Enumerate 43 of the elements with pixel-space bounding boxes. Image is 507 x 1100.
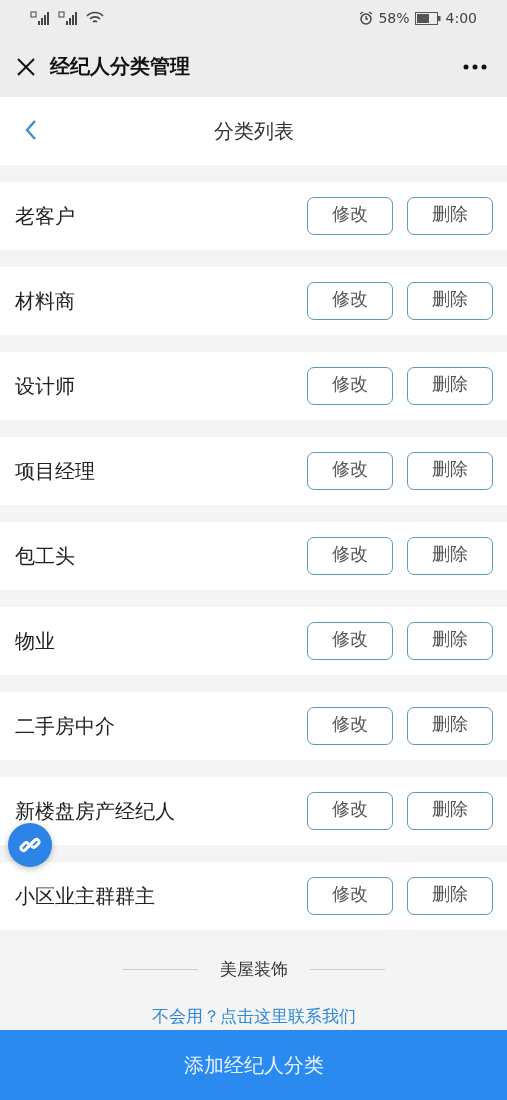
wifi-icon [86,11,104,25]
category-name: 新楼盘房产经纪人 [15,797,176,825]
category-name: 物业 [15,627,56,655]
edit-button[interactable]: 修改 [307,622,393,660]
more-icon [463,63,487,70]
edit-button[interactable]: 修改 [307,792,393,830]
battery-icon [414,11,441,25]
edit-button[interactable]: 修改 [307,707,393,745]
signal-icon [30,11,52,25]
edit-button[interactable]: 修改 [307,877,393,915]
more-button[interactable] [463,63,487,70]
delete-button[interactable]: 删除 [407,537,493,575]
battery-percent: 58% [378,10,410,26]
section-title: 分类列表 [213,117,294,145]
category-name: 设计师 [15,372,76,400]
category-name: 老客户 [15,202,76,230]
delete-button[interactable]: 删除 [407,452,493,490]
edit-button[interactable]: 修改 [307,367,393,405]
clock-time: 4:00 [445,10,477,26]
alarm-icon [359,11,374,25]
signal-icon [58,11,80,25]
delete-button[interactable]: 删除 [407,792,493,830]
brand-name: 美屋装饰 [219,958,288,981]
delete-button[interactable]: 删除 [407,367,493,405]
edit-button[interactable]: 修改 [307,282,393,320]
category-name: 材料商 [15,287,76,315]
delete-button[interactable]: 删除 [407,197,493,235]
close-button[interactable] [16,56,36,77]
category-name: 二手房中介 [15,712,116,740]
back-button[interactable] [24,119,38,141]
back-icon [24,119,38,141]
edit-button[interactable]: 修改 [307,197,393,235]
category-name: 小区业主群群主 [15,882,156,910]
category-name: 项目经理 [15,457,96,485]
page-title: 经纪人分类管理 [50,53,191,80]
delete-button[interactable]: 删除 [407,877,493,915]
delete-button[interactable]: 删除 [407,707,493,745]
delete-button[interactable]: 删除 [407,622,493,660]
edit-button[interactable]: 修改 [307,452,393,490]
delete-button[interactable]: 删除 [407,282,493,320]
edit-button[interactable]: 修改 [307,537,393,575]
category-name: 包工头 [15,542,76,570]
close-icon [16,56,36,77]
